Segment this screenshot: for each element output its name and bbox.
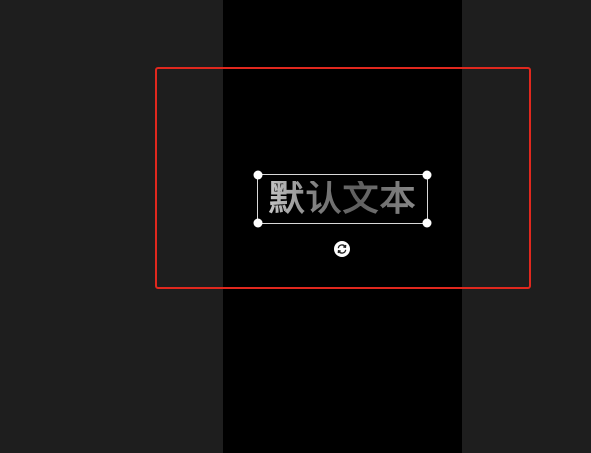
resize-handle-bottom-right[interactable] xyxy=(422,218,432,228)
rotate-icon[interactable] xyxy=(334,241,350,257)
resize-handle-top-right[interactable] xyxy=(422,170,432,180)
resize-handle-top-left[interactable] xyxy=(253,170,263,180)
editor-workspace: 默认文本 xyxy=(0,0,591,453)
text-layer-content[interactable]: 默认文本 xyxy=(268,181,416,217)
text-layer-selection[interactable]: 默认文本 xyxy=(253,170,432,228)
resize-handle-bottom-left[interactable] xyxy=(253,218,263,228)
